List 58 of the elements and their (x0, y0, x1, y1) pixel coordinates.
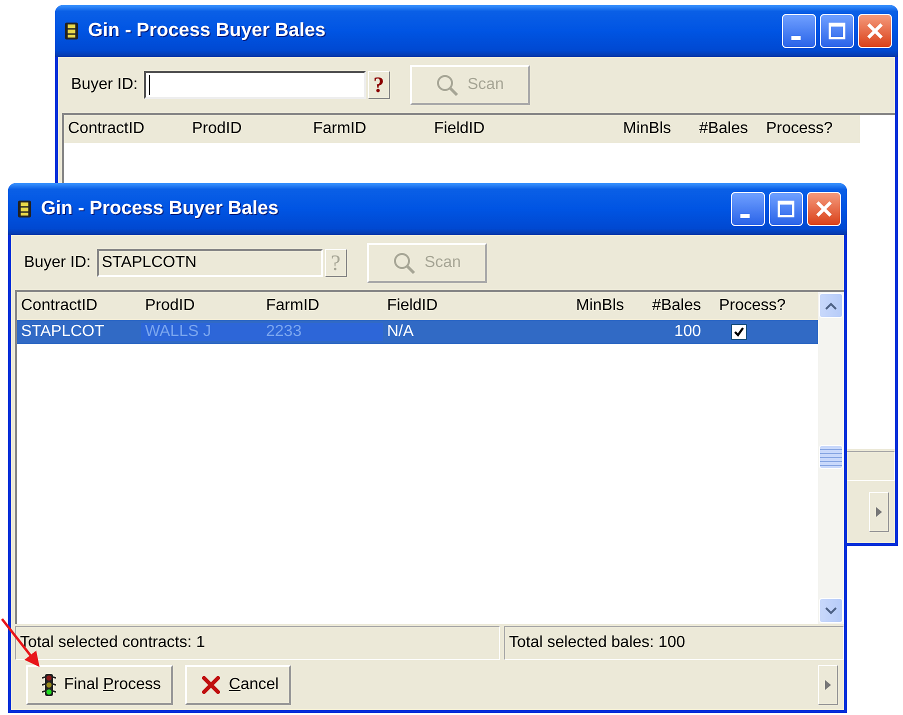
column-header[interactable]: MinBls (523, 297, 624, 315)
column-header[interactable]: FieldID (430, 120, 570, 138)
process-button[interactable]: Final Process (26, 665, 173, 705)
search-icon (435, 73, 460, 97)
scroll-up-button[interactable] (819, 293, 843, 318)
close-button[interactable] (807, 192, 841, 226)
chevron-down-icon (825, 606, 837, 614)
triangle-right-icon (824, 679, 832, 691)
column-header[interactable]: FarmID (309, 120, 430, 138)
scroll-right-button[interactable] (869, 492, 889, 532)
table-cell-text: N/A (386, 323, 415, 341)
scroll-thumb[interactable] (819, 445, 843, 469)
maximize-button[interactable] (820, 14, 854, 48)
column-header[interactable]: Process? (701, 297, 801, 315)
cancel-button[interactable]: Cancel (184, 665, 291, 705)
window-title: Gin - Process Buyer Bales (41, 198, 280, 220)
scroll-right-button[interactable] (818, 665, 838, 705)
table-cell: 2233 (262, 323, 383, 341)
window-title: Gin - Process Buyer Bales (88, 20, 327, 42)
status-panel: Total selected bales: 100 (504, 626, 844, 660)
maximize-icon (826, 20, 848, 42)
close-button[interactable] (858, 14, 892, 48)
checkbox[interactable] (731, 324, 747, 340)
column-header[interactable]: ProdID (141, 297, 262, 315)
minimize-button[interactable] (782, 14, 816, 48)
column-header[interactable]: #Bales (624, 297, 701, 315)
buyer-id-field[interactable] (144, 71, 366, 99)
field-label: Buyer ID: (71, 76, 138, 94)
search-icon (392, 250, 416, 274)
maximize-button[interactable] (769, 192, 803, 226)
minimize-icon (791, 36, 801, 40)
table-cell: WALLS J (141, 323, 262, 341)
vertical-scrollbar[interactable] (818, 292, 844, 624)
minimize-icon (740, 214, 750, 218)
column-header[interactable]: FieldID (383, 297, 523, 315)
app-icon (64, 21, 79, 41)
status-panel: Total selected contracts: 1 (15, 626, 500, 660)
table-cell-text: STAPLCOT (20, 323, 106, 341)
column-header[interactable]: #Bales (671, 120, 748, 138)
column-header[interactable]: ProdID (188, 120, 309, 138)
column-header[interactable]: ContractID (17, 297, 141, 315)
traffic-light-icon (42, 673, 56, 697)
table-cell-text: 100 (673, 323, 701, 341)
help-button[interactable]: ? (368, 71, 390, 99)
chevron-up-icon (825, 302, 837, 310)
cancel-x-icon (200, 675, 221, 695)
list-row[interactable]: STAPLCOT WALLS J 2233 N/A 100 (17, 320, 818, 344)
maximize-icon (775, 198, 797, 220)
column-header[interactable]: FarmID (262, 297, 383, 315)
column-header[interactable]: MinBls (570, 120, 671, 138)
scroll-down-button[interactable] (819, 598, 843, 623)
triangle-right-icon (875, 506, 883, 518)
column-header[interactable]: Process? (748, 120, 848, 138)
column-header[interactable]: ContractID (64, 120, 188, 138)
app-icon (17, 199, 32, 219)
minimize-button[interactable] (731, 192, 765, 226)
text-cursor (148, 75, 150, 95)
field-label: Buyer ID: (24, 254, 91, 272)
